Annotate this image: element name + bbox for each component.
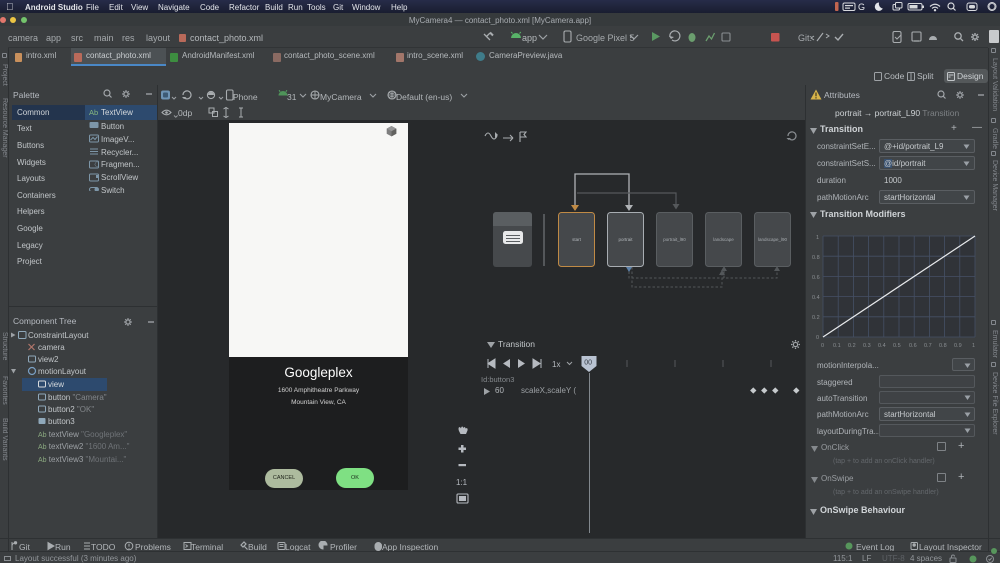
svg-text:1x: 1x [552, 360, 560, 369]
svg-text:0.2: 0.2 [848, 343, 856, 349]
svg-text:0.7: 0.7 [924, 343, 932, 349]
svg-text:0: 0 [816, 335, 819, 341]
svg-text:0.4: 0.4 [878, 343, 886, 349]
svg-text:1: 1 [816, 235, 819, 241]
svg-text:0.8: 0.8 [812, 255, 820, 261]
svg-text:0.4: 0.4 [812, 295, 820, 301]
svg-text:0: 0 [821, 343, 824, 349]
svg-text:0.6: 0.6 [812, 275, 820, 281]
svg-text:0.1: 0.1 [833, 343, 841, 349]
svg-text:1: 1 [972, 343, 975, 349]
svg-text:0.2: 0.2 [812, 315, 820, 321]
svg-text:0.3: 0.3 [863, 343, 871, 349]
svg-text:00: 00 [584, 360, 592, 367]
svg-text:1:1: 1:1 [456, 478, 468, 487]
svg-text:〈〉: 〈〉 [91, 162, 99, 169]
svg-text:0.8: 0.8 [939, 343, 947, 349]
svg-text:0.6: 0.6 [909, 343, 917, 349]
svg-text:G: G [858, 2, 865, 12]
svg-text:0.9: 0.9 [954, 343, 962, 349]
svg-text:0.5: 0.5 [893, 343, 901, 349]
